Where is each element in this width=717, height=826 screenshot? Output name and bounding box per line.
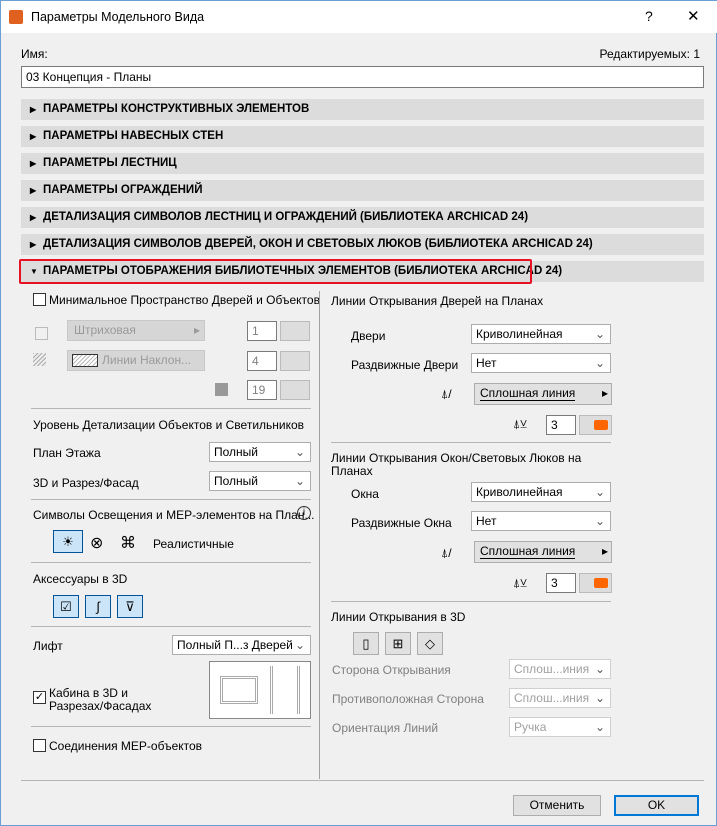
- pen-icon: ⍋⊻: [513, 417, 527, 431]
- door-lines-title: Линии Открывания Дверей на Планах: [331, 294, 544, 308]
- solid-fill-icon: [215, 383, 228, 396]
- open-side-label: Сторона Открывания: [332, 663, 451, 677]
- window-pen-color[interactable]: [579, 573, 612, 593]
- floor-plan-label: План Этажа: [33, 446, 101, 460]
- sliding-doors-label: Раздвижные Двери: [351, 358, 459, 372]
- window-lines-title: Линии Открывания Окон/Световых Люков на …: [331, 451, 582, 478]
- hatch-icon: [33, 353, 46, 366]
- cancel-button[interactable]: Отменить: [513, 795, 601, 816]
- window-3d-icon[interactable]: ⊞: [385, 632, 411, 655]
- footer-divider: [21, 780, 704, 781]
- highlight-box: [19, 259, 532, 284]
- realistic-light-icon[interactable]: ⌘: [120, 533, 136, 553]
- floor-plan-select[interactable]: Полный ⌄: [209, 442, 311, 462]
- divider: [31, 726, 311, 727]
- cabin-checkbox[interactable]: ✓: [33, 691, 46, 704]
- section3d-select[interactable]: Полный ⌄: [209, 471, 311, 491]
- section-stairs[interactable]: ▶ ПАРАМЕТРЫ ЛЕСТНИЦ: [21, 153, 704, 174]
- divider: [31, 499, 311, 500]
- cross-circle-icon[interactable]: ⊗: [90, 533, 103, 553]
- window-line-type-selector[interactable]: Сплошная линия ▸: [474, 541, 612, 563]
- column-divider: [319, 291, 320, 779]
- pen-color-2[interactable]: [280, 351, 310, 371]
- app-icon: [9, 10, 23, 24]
- section-stair-symbols[interactable]: ▶ ДЕТАЛИЗАЦИЯ СИМВОЛОВ ЛЕСТНИЦ И ОГРАЖДЕН…: [21, 207, 704, 228]
- light-bulb-icon[interactable]: ☀: [53, 530, 83, 553]
- title-bar: Параметры Модельного Вида ? ✕: [1, 1, 717, 33]
- mep-checkbox[interactable]: [33, 739, 46, 752]
- cabin-label: Кабина в 3D и Разрезах/Фасадах: [49, 686, 152, 713]
- pen-color-3[interactable]: [280, 380, 310, 400]
- detail-title: Уровень Детализации Объектов и Светильни…: [33, 418, 305, 432]
- sliding-windows-select[interactable]: Нет ⌄: [471, 511, 611, 531]
- sliding-windows-label: Раздвижные Окна: [351, 516, 452, 530]
- divider: [31, 408, 311, 409]
- min-space-checkbox[interactable]: [33, 293, 46, 306]
- divider: [331, 601, 611, 602]
- door-3d-icon[interactable]: ▯: [353, 632, 379, 655]
- cabinet-accessory-icon[interactable]: ☑: [53, 595, 79, 618]
- mep-label: Соединения МЕР-объектов: [49, 739, 203, 753]
- close-button[interactable]: ✕: [687, 7, 700, 25]
- pen-field-3[interactable]: 19: [247, 380, 277, 400]
- name-input[interactable]: 03 Концепция - Планы: [21, 66, 704, 88]
- opposite-side-label: Противоположная Сторона: [332, 692, 484, 706]
- window-title: Параметры Модельного Вида: [31, 10, 205, 24]
- lift-select[interactable]: Полный П...з Дверей ⌄: [172, 635, 311, 655]
- orientation-label: Ориентация Линий: [332, 721, 439, 735]
- line-icon: [35, 327, 48, 340]
- lift-label: Лифт: [33, 639, 63, 653]
- section-structural[interactable]: ▶ ПАРАМЕТРЫ КОНСТРУКТИВНЫХ ЭЛЕМЕНТОВ: [21, 99, 704, 120]
- section-door-symbols[interactable]: ▶ ДЕТАЛИЗАЦИЯ СИМВОЛОВ ДВЕРЕЙ, ОКОН И СВЕ…: [21, 234, 704, 255]
- min-space-label: Минимальное Пространство Дверей и Объект…: [49, 293, 320, 307]
- line-type-icon: ⍋/: [441, 546, 452, 560]
- section-curtain-walls[interactable]: ▶ ПАРАМЕТРЫ НАВЕСНЫХ СТЕН: [21, 126, 704, 147]
- pen-field-2[interactable]: 4: [247, 351, 277, 371]
- line-type-icon: ⍋/: [441, 387, 452, 401]
- doors-select[interactable]: Криволинейная ⌄: [471, 324, 611, 344]
- window-pen-field[interactable]: 3: [546, 573, 576, 593]
- doors-label: Двери: [351, 329, 386, 343]
- lift-preview: [209, 661, 311, 719]
- opposite-side-select[interactable]: Сплош...иния ⌄: [509, 688, 611, 708]
- open-side-select[interactable]: Сплош...иния ⌄: [509, 659, 611, 679]
- toilet-accessory-icon[interactable]: ⊽: [117, 595, 143, 618]
- info-icon[interactable]: i: [297, 506, 311, 520]
- windows-label: Окна: [351, 487, 379, 501]
- divider: [331, 442, 611, 443]
- line-type-selector[interactable]: Штриховая ▸: [67, 320, 205, 341]
- accessories-title: Аксессуары в 3D: [33, 572, 128, 586]
- name-label: Имя:: [21, 47, 48, 61]
- door-pen-color[interactable]: [579, 415, 612, 435]
- pen-field-1[interactable]: 1: [247, 321, 277, 341]
- fill-type-selector[interactable]: Линии Наклон...: [67, 350, 205, 371]
- help-button[interactable]: ?: [645, 8, 653, 24]
- skylight-3d-icon[interactable]: ◇: [417, 632, 443, 655]
- light-symbols-title: Символы Освещения и МЕР-элементов на Пла…: [33, 508, 315, 522]
- orientation-select[interactable]: Ручка ⌄: [509, 717, 611, 737]
- divider: [31, 562, 311, 563]
- ok-button[interactable]: OK: [614, 795, 699, 816]
- sliding-doors-select[interactable]: Нет ⌄: [471, 353, 611, 373]
- faucet-accessory-icon[interactable]: ∫: [85, 595, 111, 618]
- pen-icon: ⍋⊻: [513, 576, 527, 590]
- pen-color-1[interactable]: [280, 321, 310, 341]
- edited-count: Редактируемых: 1: [599, 47, 700, 61]
- door-line-type-selector[interactable]: Сплошная линия ▸: [474, 383, 612, 405]
- section3d-label: 3D и Разрез/Фасад: [33, 476, 139, 490]
- divider: [31, 626, 311, 627]
- door-pen-field[interactable]: 3: [546, 415, 576, 435]
- windows-select[interactable]: Криволинейная ⌄: [471, 482, 611, 502]
- open3d-title: Линии Открывания в 3D: [331, 610, 466, 624]
- section-railings[interactable]: ▶ ПАРАМЕТРЫ ОГРАЖДЕНИЙ: [21, 180, 704, 201]
- light-mode-label: Реалистичные: [153, 537, 234, 551]
